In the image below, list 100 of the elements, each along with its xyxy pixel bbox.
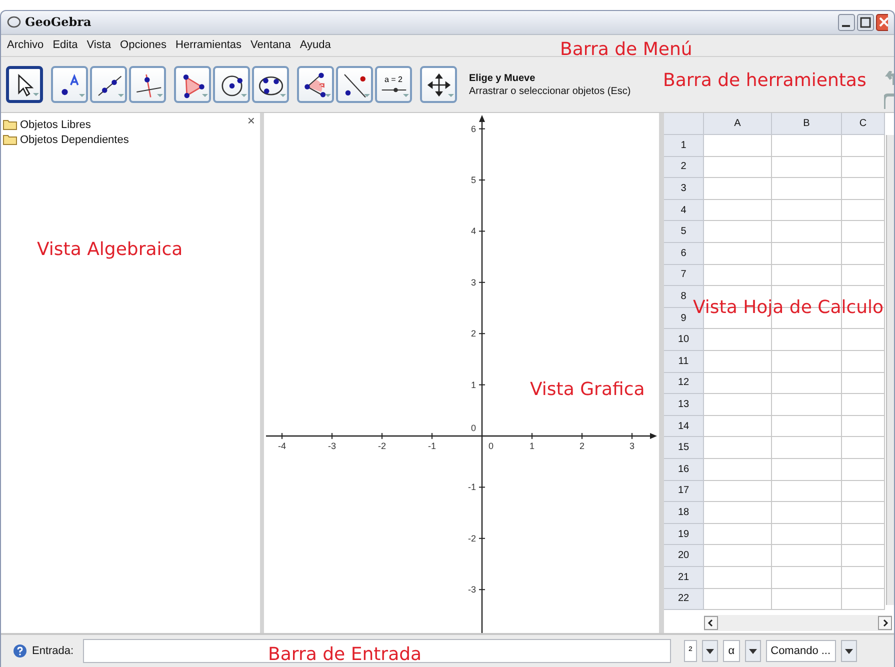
table-cell[interactable] bbox=[704, 243, 772, 265]
table-cell[interactable] bbox=[772, 221, 842, 244]
column-header[interactable]: A bbox=[704, 113, 772, 136]
table-cell[interactable] bbox=[704, 480, 772, 502]
table-cell[interactable] bbox=[842, 351, 885, 373]
table-cell[interactable] bbox=[842, 200, 885, 222]
corner-cell[interactable] bbox=[664, 113, 704, 136]
table-cell[interactable] bbox=[704, 135, 772, 157]
table-cell[interactable] bbox=[772, 416, 842, 438]
row-header[interactable]: 20 bbox=[664, 545, 704, 567]
row-header[interactable]: 3 bbox=[664, 178, 704, 200]
folder-label[interactable]: Objetos Libres bbox=[20, 118, 91, 131]
menu-item[interactable]: Herramientas bbox=[176, 39, 242, 52]
table-cell[interactable] bbox=[704, 524, 772, 546]
row-header[interactable]: 14 bbox=[664, 416, 704, 438]
table-cell[interactable] bbox=[842, 243, 885, 265]
table-cell[interactable] bbox=[842, 566, 885, 589]
table-cell[interactable] bbox=[704, 200, 772, 222]
table-cell[interactable] bbox=[842, 480, 885, 502]
table-cell[interactable] bbox=[772, 545, 842, 567]
table-cell[interactable] bbox=[704, 458, 772, 481]
table-cell[interactable] bbox=[842, 221, 885, 244]
table-cell[interactable] bbox=[842, 178, 885, 200]
table-cell[interactable] bbox=[772, 502, 842, 524]
row-header[interactable]: 1 bbox=[664, 135, 704, 157]
table-cell[interactable] bbox=[772, 351, 842, 373]
row-header[interactable]: 4 bbox=[664, 200, 704, 222]
table-cell[interactable] bbox=[772, 243, 842, 265]
table-cell[interactable] bbox=[772, 372, 842, 394]
redo-icon[interactable] bbox=[884, 93, 894, 109]
tool-button[interactable] bbox=[174, 66, 211, 104]
tool-button[interactable] bbox=[6, 66, 43, 104]
table-cell[interactable] bbox=[772, 480, 842, 502]
table-cell[interactable] bbox=[772, 588, 842, 610]
column-header[interactable]: B bbox=[772, 113, 842, 136]
undo-icon[interactable] bbox=[884, 71, 894, 87]
scroll-right-icon[interactable] bbox=[878, 616, 892, 630]
table-cell[interactable] bbox=[842, 156, 885, 178]
table-cell[interactable] bbox=[772, 437, 842, 459]
help-icon[interactable] bbox=[13, 644, 27, 658]
row-header[interactable]: 6 bbox=[664, 243, 704, 265]
symbol-dropdown[interactable]: ² bbox=[684, 640, 698, 662]
table-cell[interactable] bbox=[704, 566, 772, 589]
table-cell[interactable] bbox=[842, 329, 885, 352]
dropdown-arrow-button[interactable] bbox=[702, 640, 718, 662]
tool-button[interactable] bbox=[336, 66, 373, 104]
dropdown-arrow-button[interactable] bbox=[744, 640, 761, 662]
tool-button[interactable]: a = 2 bbox=[375, 66, 412, 104]
table-cell[interactable] bbox=[842, 394, 885, 416]
maximize-icon[interactable] bbox=[857, 14, 874, 31]
table-cell[interactable] bbox=[772, 458, 842, 481]
input-field[interactable] bbox=[82, 639, 671, 664]
table-cell[interactable] bbox=[842, 458, 885, 481]
tool-button[interactable] bbox=[51, 66, 88, 104]
row-header[interactable]: 13 bbox=[664, 394, 704, 416]
menu-item[interactable]: Vista bbox=[86, 39, 112, 52]
table-cell[interactable] bbox=[842, 588, 885, 610]
row-header[interactable]: 18 bbox=[664, 502, 704, 524]
table-cell[interactable] bbox=[704, 351, 772, 373]
table-cell[interactable] bbox=[704, 156, 772, 178]
table-cell[interactable] bbox=[704, 588, 772, 610]
table-cell[interactable] bbox=[704, 416, 772, 438]
menu-item[interactable]: Archivo bbox=[7, 39, 44, 52]
table-cell[interactable] bbox=[704, 437, 772, 459]
dropdown-arrow-button[interactable] bbox=[840, 640, 857, 662]
column-header[interactable]: C bbox=[842, 113, 885, 136]
row-header[interactable]: 11 bbox=[664, 351, 704, 373]
scroll-left-icon[interactable] bbox=[704, 616, 718, 630]
tool-button[interactable] bbox=[213, 66, 250, 104]
table-cell[interactable] bbox=[704, 372, 772, 394]
row-header[interactable]: 19 bbox=[664, 524, 704, 546]
table-cell[interactable] bbox=[842, 524, 885, 546]
row-header[interactable]: 15 bbox=[664, 437, 704, 459]
table-cell[interactable] bbox=[772, 524, 842, 546]
minimize-icon[interactable] bbox=[838, 14, 855, 31]
tool-button[interactable] bbox=[129, 66, 166, 104]
row-header[interactable]: 2 bbox=[664, 156, 704, 178]
menu-item[interactable]: Ayuda bbox=[300, 39, 331, 52]
command-dropdown[interactable]: Comando ... bbox=[766, 640, 836, 662]
row-header[interactable]: 7 bbox=[664, 264, 704, 286]
table-cell[interactable] bbox=[842, 502, 885, 524]
row-header[interactable]: 10 bbox=[664, 329, 704, 352]
table-cell[interactable] bbox=[842, 372, 885, 394]
table-cell[interactable] bbox=[772, 178, 842, 200]
row-header[interactable]: 16 bbox=[664, 458, 704, 481]
row-header[interactable]: 22 bbox=[664, 588, 704, 610]
table-cell[interactable] bbox=[842, 416, 885, 438]
table-cell[interactable] bbox=[772, 329, 842, 352]
row-header[interactable]: 5 bbox=[664, 221, 704, 244]
table-cell[interactable] bbox=[842, 545, 885, 567]
table-cell[interactable] bbox=[772, 135, 842, 157]
close-button[interactable]: × bbox=[247, 113, 255, 128]
tool-button[interactable] bbox=[297, 66, 334, 104]
row-header[interactable]: 12 bbox=[664, 372, 704, 394]
table-cell[interactable] bbox=[772, 264, 842, 286]
table-cell[interactable] bbox=[772, 156, 842, 178]
table-cell[interactable] bbox=[704, 502, 772, 524]
table-cell[interactable] bbox=[842, 135, 885, 157]
horizontal-scrollbar[interactable] bbox=[704, 615, 892, 632]
menu-item[interactable]: Opciones bbox=[120, 39, 167, 52]
